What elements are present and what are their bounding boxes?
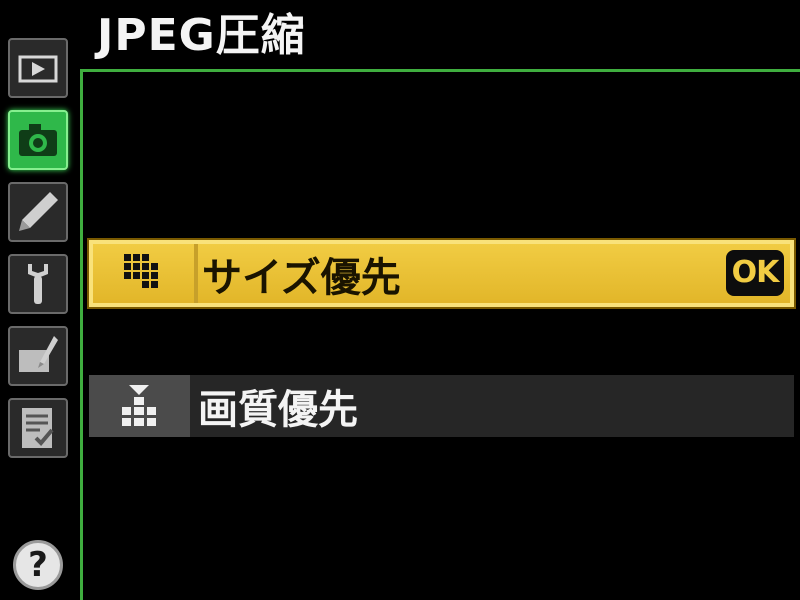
tab-shooting[interactable] <box>8 110 68 170</box>
camera-icon <box>19 124 57 156</box>
page-title: JPEG圧縮 <box>97 10 306 61</box>
help-button[interactable]: ? <box>13 540 63 590</box>
help-label: ? <box>28 545 48 585</box>
menu-frame-left-border <box>80 69 83 600</box>
tab-my-menu[interactable] <box>8 398 68 458</box>
pencil-icon <box>19 192 58 231</box>
retouch-icon <box>19 336 58 372</box>
menu-item-label: サイズ優先 <box>202 254 401 301</box>
menu-item-icon-box <box>93 244 198 303</box>
tab-custom-settings[interactable] <box>8 182 68 242</box>
wrench-icon <box>28 264 48 304</box>
ok-badge: OK <box>726 250 784 296</box>
tab-playback[interactable] <box>8 38 68 98</box>
menu-item-label: 画質優先 <box>198 387 358 433</box>
tab-retouch[interactable] <box>8 326 68 386</box>
menu-item-quality-priority[interactable]: 画質優先 <box>89 375 794 437</box>
tab-setup[interactable] <box>8 254 68 314</box>
my-menu-icon <box>22 408 54 448</box>
playback-icon <box>18 55 58 83</box>
menu-frame-top-border <box>80 69 800 72</box>
size-priority-icon <box>124 254 158 288</box>
menu-item-size-priority[interactable]: サイズ優先 OK <box>89 240 794 307</box>
menu-item-icon-box <box>89 375 190 437</box>
quality-priority-icon <box>122 385 156 426</box>
